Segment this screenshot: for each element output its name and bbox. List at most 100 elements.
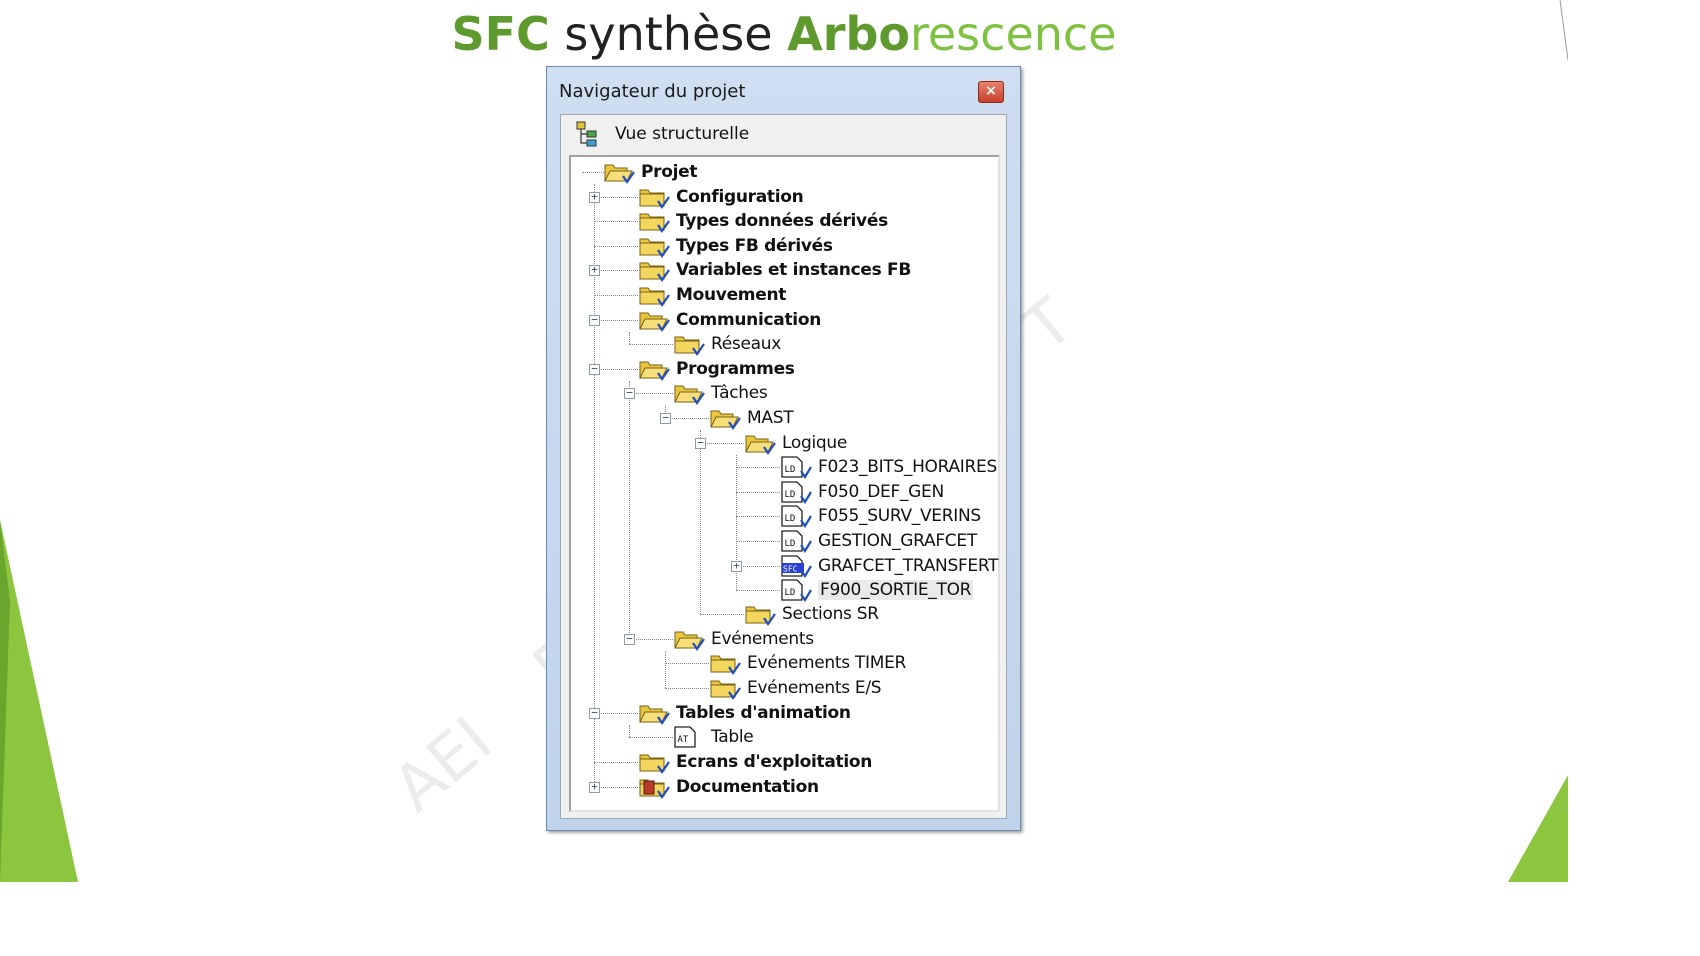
expand-documentation[interactable]: +	[589, 781, 600, 793]
tree-node-reseaux[interactable]: Réseaux	[673, 332, 781, 356]
tree-node-taches[interactable]: Tâches	[673, 381, 768, 405]
folder-icon	[709, 676, 741, 700]
tree-node-label: Communication	[676, 310, 821, 330]
tree-connector	[700, 614, 744, 615]
tree-node-logique[interactable]: Logique	[744, 431, 847, 455]
tree-connector	[629, 381, 630, 639]
tree-connector	[736, 492, 780, 493]
tree-node-gestion-grafcet[interactable]: LD GESTION_GRAFCET	[780, 529, 977, 554]
tree-node-programmes[interactable]: Programmes	[638, 357, 795, 381]
tree-node-label: Types FB dérivés	[676, 236, 833, 256]
tree-node-mouvement[interactable]: Mouvement	[638, 283, 786, 307]
view-selector[interactable]: Vue structurelle	[561, 115, 1006, 153]
tree-node-variables-instances-fb[interactable]: Variables et instances FB	[638, 258, 911, 282]
tree-connector	[736, 566, 780, 567]
tree-node-label: Tables d'animation	[676, 703, 851, 723]
tree-node-label: Projet	[641, 162, 698, 182]
title-sfc: SFC	[451, 7, 550, 61]
collapse-mast[interactable]: −	[660, 412, 671, 424]
tree-node-label: Programmes	[676, 359, 795, 379]
tree-node-f900-sortie-tor[interactable]: LD F900_SORTIE_TOR	[780, 578, 974, 603]
tree-node-f050-def-gen[interactable]: LD F050_DEF_GEN	[780, 480, 944, 505]
tree-node-evenements[interactable]: Evénements	[673, 627, 814, 651]
close-button[interactable]: ×	[978, 81, 1004, 103]
ld-section-icon: LD	[780, 480, 812, 505]
expand-variables[interactable]: +	[589, 264, 600, 276]
tree-node-types-donnees-derives[interactable]: Types données dérivés	[638, 209, 888, 233]
folder-icon	[638, 258, 670, 282]
tree-connector	[665, 418, 709, 419]
tree-connector	[629, 725, 630, 737]
tree-connector	[594, 221, 638, 222]
folder-icon	[709, 651, 741, 675]
collapse-evenements[interactable]: −	[624, 633, 635, 645]
tree-node-label: Mouvement	[676, 285, 787, 305]
ld-section-icon: LD	[780, 455, 812, 480]
tree-node-tables-animation[interactable]: Tables d'animation	[638, 701, 851, 725]
expand-grafcet-transfert[interactable]: +	[731, 560, 742, 572]
at-tag: AT	[678, 735, 689, 745]
tree-node-label: Evénements TIMER	[747, 653, 907, 673]
tree-node-label: Variables et instances FB	[676, 260, 911, 280]
collapse-tables-animation[interactable]: −	[589, 707, 600, 719]
tree-node-label: MAST	[747, 408, 794, 428]
tree-node-evenements-timer[interactable]: Evénements TIMER	[709, 651, 906, 675]
ld-section-icon: LD	[780, 504, 812, 529]
animation-table-icon: AT	[673, 725, 705, 749]
collapse-programmes[interactable]: −	[589, 363, 600, 375]
tree-connector	[736, 590, 780, 591]
view-label: Vue structurelle	[615, 124, 750, 144]
sfc-tag: SFC	[783, 565, 798, 574]
tree-node-label: Evénements E/S	[747, 678, 882, 698]
collapse-logique[interactable]: −	[695, 437, 706, 449]
tree-connector	[700, 430, 701, 614]
tree-node-types-fb-derives[interactable]: Types FB dérivés	[638, 234, 833, 258]
folder-icon	[638, 750, 670, 774]
tree-node-table[interactable]: AT Table	[673, 725, 754, 749]
tree-node-label: GESTION_GRAFCET	[818, 531, 977, 551]
tree-node-configuration[interactable]: Configuration	[638, 185, 804, 209]
tree-node-label: Types données dérivés	[676, 211, 888, 231]
tree-node-sections-sr[interactable]: Sections SR	[744, 602, 879, 626]
folder-icon	[673, 332, 705, 356]
tree-node-documentation[interactable]: Documentation	[638, 775, 819, 799]
window-titlebar[interactable]: Navigateur du projet ×	[547, 67, 1020, 113]
tree-connector	[665, 663, 709, 664]
tree-connector	[665, 688, 709, 689]
folder-icon	[638, 283, 670, 307]
title-synthese: synthèse	[549, 7, 788, 61]
tree-node-communication[interactable]: Communication	[638, 308, 821, 332]
collapse-taches[interactable]: −	[624, 387, 635, 399]
tree-connector	[594, 270, 638, 271]
tree-node-f055-surv-verins[interactable]: LD F055_SURV_VERINS	[780, 504, 981, 529]
tree-connector	[700, 443, 744, 444]
tree-node-projet[interactable]: Projet	[603, 160, 698, 184]
folder-icon	[638, 185, 670, 209]
tree-connector	[629, 344, 673, 345]
tree-connector	[736, 467, 780, 468]
expand-configuration[interactable]: +	[589, 191, 600, 203]
tree-node-mast[interactable]: MAST	[709, 406, 794, 430]
tree-connector	[594, 246, 638, 247]
collapse-communication[interactable]: −	[589, 314, 600, 326]
ld-tag: LD	[785, 539, 796, 549]
tree-node-ecrans-exploitation[interactable]: Ecrans d'exploitation	[638, 750, 872, 774]
tree-node-label: Logique	[782, 433, 848, 453]
open-folder-icon	[744, 431, 776, 455]
tree-node-label: F055_SURV_VERINS	[818, 506, 981, 526]
open-folder-icon	[638, 308, 670, 332]
sfc-section-icon: SFC	[780, 554, 812, 579]
structural-view-icon	[576, 121, 597, 147]
tree-node-label: Table	[711, 727, 754, 747]
tree-node-label: F900_SORTIE_TOR	[818, 580, 974, 600]
title-rescence: rescence	[909, 7, 1117, 61]
tree-connector	[594, 369, 638, 370]
window-title: Navigateur du projet	[559, 81, 746, 102]
tree-node-f023-bits-horaires[interactable]: LD F023_BITS_HORAIRES	[780, 455, 997, 480]
tree-node-label: Réseaux	[711, 334, 781, 354]
ld-section-icon: LD	[780, 578, 812, 603]
tree-node-label: Configuration	[676, 187, 804, 207]
tree-node-grafcet-transfert[interactable]: SFC GRAFCET_TRANSFERT	[780, 554, 999, 579]
documentation-icon	[638, 775, 670, 799]
tree-node-evenements-es[interactable]: Evénements E/S	[709, 676, 882, 700]
